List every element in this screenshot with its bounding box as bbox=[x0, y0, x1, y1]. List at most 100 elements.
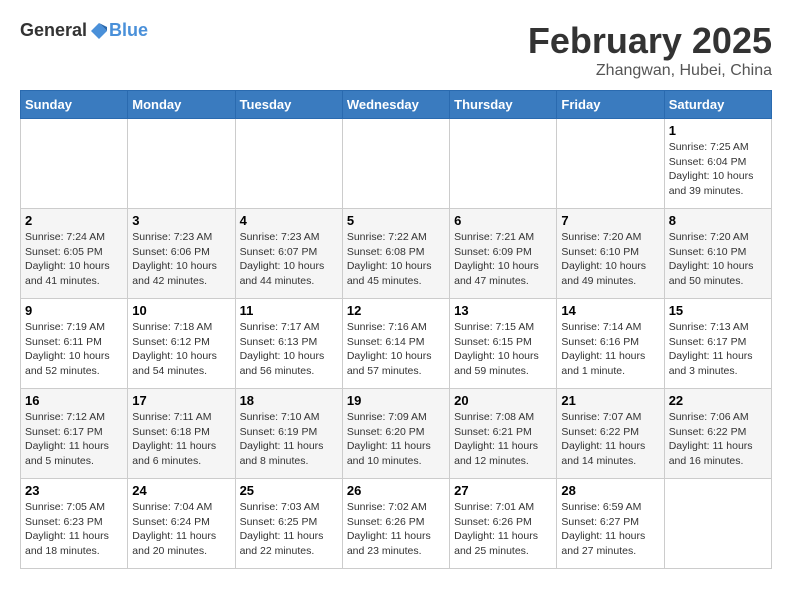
day-cell: 3 Sunrise: 7:23 AM Sunset: 6:06 PM Daylig… bbox=[128, 209, 235, 299]
day-info: Sunrise: 7:02 AM Sunset: 6:26 PM Dayligh… bbox=[347, 500, 445, 559]
logo-icon bbox=[89, 21, 109, 41]
day-info: Sunrise: 7:14 AM Sunset: 6:16 PM Dayligh… bbox=[561, 320, 659, 379]
logo-general: General bbox=[20, 20, 87, 41]
day-cell: 25 Sunrise: 7:03 AM Sunset: 6:25 PM Dayli… bbox=[235, 479, 342, 569]
day-info: Sunrise: 7:07 AM Sunset: 6:22 PM Dayligh… bbox=[561, 410, 659, 469]
day-info: Sunrise: 7:12 AM Sunset: 6:17 PM Dayligh… bbox=[25, 410, 123, 469]
day-cell: 26 Sunrise: 7:02 AM Sunset: 6:26 PM Dayli… bbox=[342, 479, 449, 569]
day-number: 17 bbox=[132, 393, 230, 408]
day-cell: 9 Sunrise: 7:19 AM Sunset: 6:11 PM Daylig… bbox=[21, 299, 128, 389]
day-cell bbox=[235, 119, 342, 209]
day-info: Sunrise: 7:01 AM Sunset: 6:26 PM Dayligh… bbox=[454, 500, 552, 559]
month-title: February 2025 bbox=[528, 20, 772, 62]
day-cell: 24Sunrise: 7:04 AM Sunset: 6:24 PM Dayli… bbox=[128, 479, 235, 569]
day-info: Sunrise: 7:23 AM Sunset: 6:07 PM Dayligh… bbox=[240, 230, 338, 289]
day-cell bbox=[342, 119, 449, 209]
day-header-sunday: Sunday bbox=[21, 91, 128, 119]
day-number: 3 bbox=[132, 213, 230, 228]
day-header-wednesday: Wednesday bbox=[342, 91, 449, 119]
day-number: 13 bbox=[454, 303, 552, 318]
day-cell: 8 Sunrise: 7:20 AM Sunset: 6:10 PM Daylig… bbox=[664, 209, 771, 299]
day-number: 15 bbox=[669, 303, 767, 318]
day-number: 8 bbox=[669, 213, 767, 228]
day-number: 26 bbox=[347, 483, 445, 498]
day-info: Sunrise: 7:09 AM Sunset: 6:20 PM Dayligh… bbox=[347, 410, 445, 469]
day-cell: 5Sunrise: 7:22 AM Sunset: 6:08 PM Daylig… bbox=[342, 209, 449, 299]
day-cell: 23 Sunrise: 7:05 AM Sunset: 6:23 PM Dayli… bbox=[21, 479, 128, 569]
day-info: Sunrise: 7:06 AM Sunset: 6:22 PM Dayligh… bbox=[669, 410, 767, 469]
day-number: 2 bbox=[25, 213, 123, 228]
day-cell: 20 Sunrise: 7:08 AM Sunset: 6:21 PM Dayli… bbox=[450, 389, 557, 479]
week-row-1: 2 Sunrise: 7:24 AM Sunset: 6:05 PM Daylig… bbox=[21, 209, 772, 299]
day-cell: 27 Sunrise: 7:01 AM Sunset: 6:26 PM Dayli… bbox=[450, 479, 557, 569]
day-cell: 1 Sunrise: 7:25 AM Sunset: 6:04 PM Daylig… bbox=[664, 119, 771, 209]
day-cell: 12 Sunrise: 7:16 AM Sunset: 6:14 PM Dayli… bbox=[342, 299, 449, 389]
day-info: Sunrise: 7:05 AM Sunset: 6:23 PM Dayligh… bbox=[25, 500, 123, 559]
day-info: Sunrise: 7:25 AM Sunset: 6:04 PM Dayligh… bbox=[669, 140, 767, 199]
day-header-friday: Friday bbox=[557, 91, 664, 119]
day-number: 20 bbox=[454, 393, 552, 408]
day-number: 23 bbox=[25, 483, 123, 498]
day-number: 22 bbox=[669, 393, 767, 408]
day-number: 4 bbox=[240, 213, 338, 228]
day-number: 18 bbox=[240, 393, 338, 408]
day-cell: 4 Sunrise: 7:23 AM Sunset: 6:07 PM Daylig… bbox=[235, 209, 342, 299]
day-cell: 19Sunrise: 7:09 AM Sunset: 6:20 PM Dayli… bbox=[342, 389, 449, 479]
day-header-monday: Monday bbox=[128, 91, 235, 119]
day-number: 12 bbox=[347, 303, 445, 318]
day-info: Sunrise: 7:13 AM Sunset: 6:17 PM Dayligh… bbox=[669, 320, 767, 379]
logo-blue: Blue bbox=[109, 20, 148, 41]
week-row-2: 9 Sunrise: 7:19 AM Sunset: 6:11 PM Daylig… bbox=[21, 299, 772, 389]
day-number: 11 bbox=[240, 303, 338, 318]
day-cell bbox=[21, 119, 128, 209]
day-info: Sunrise: 7:20 AM Sunset: 6:10 PM Dayligh… bbox=[561, 230, 659, 289]
day-info: Sunrise: 7:16 AM Sunset: 6:14 PM Dayligh… bbox=[347, 320, 445, 379]
day-info: Sunrise: 7:08 AM Sunset: 6:21 PM Dayligh… bbox=[454, 410, 552, 469]
day-info: Sunrise: 7:03 AM Sunset: 6:25 PM Dayligh… bbox=[240, 500, 338, 559]
day-info: Sunrise: 7:24 AM Sunset: 6:05 PM Dayligh… bbox=[25, 230, 123, 289]
week-row-0: 1 Sunrise: 7:25 AM Sunset: 6:04 PM Daylig… bbox=[21, 119, 772, 209]
day-number: 9 bbox=[25, 303, 123, 318]
day-info: Sunrise: 7:04 AM Sunset: 6:24 PM Dayligh… bbox=[132, 500, 230, 559]
day-cell: 2 Sunrise: 7:24 AM Sunset: 6:05 PM Daylig… bbox=[21, 209, 128, 299]
day-number: 25 bbox=[240, 483, 338, 498]
calendar-table: SundayMondayTuesdayWednesdayThursdayFrid… bbox=[20, 90, 772, 569]
day-number: 27 bbox=[454, 483, 552, 498]
day-number: 1 bbox=[669, 123, 767, 138]
header-row: SundayMondayTuesdayWednesdayThursdayFrid… bbox=[21, 91, 772, 119]
day-cell: 14 Sunrise: 7:14 AM Sunset: 6:16 PM Dayli… bbox=[557, 299, 664, 389]
day-number: 16 bbox=[25, 393, 123, 408]
day-info: Sunrise: 7:19 AM Sunset: 6:11 PM Dayligh… bbox=[25, 320, 123, 379]
day-cell: 13 Sunrise: 7:15 AM Sunset: 6:15 PM Dayli… bbox=[450, 299, 557, 389]
day-cell: 17 Sunrise: 7:11 AM Sunset: 6:18 PM Dayli… bbox=[128, 389, 235, 479]
day-number: 7 bbox=[561, 213, 659, 228]
day-info: Sunrise: 7:20 AM Sunset: 6:10 PM Dayligh… bbox=[669, 230, 767, 289]
day-number: 28 bbox=[561, 483, 659, 498]
title-block: February 2025 Zhangwan, Hubei, China bbox=[528, 20, 772, 80]
day-number: 6 bbox=[454, 213, 552, 228]
day-number: 21 bbox=[561, 393, 659, 408]
day-cell: 7 Sunrise: 7:20 AM Sunset: 6:10 PM Daylig… bbox=[557, 209, 664, 299]
day-header-thursday: Thursday bbox=[450, 91, 557, 119]
day-info: Sunrise: 7:17 AM Sunset: 6:13 PM Dayligh… bbox=[240, 320, 338, 379]
day-info: Sunrise: 6:59 AM Sunset: 6:27 PM Dayligh… bbox=[561, 500, 659, 559]
day-number: 10 bbox=[132, 303, 230, 318]
day-info: Sunrise: 7:15 AM Sunset: 6:15 PM Dayligh… bbox=[454, 320, 552, 379]
day-info: Sunrise: 7:11 AM Sunset: 6:18 PM Dayligh… bbox=[132, 410, 230, 469]
day-header-tuesday: Tuesday bbox=[235, 91, 342, 119]
day-info: Sunrise: 7:21 AM Sunset: 6:09 PM Dayligh… bbox=[454, 230, 552, 289]
day-cell bbox=[557, 119, 664, 209]
day-info: Sunrise: 7:23 AM Sunset: 6:06 PM Dayligh… bbox=[132, 230, 230, 289]
week-row-4: 23 Sunrise: 7:05 AM Sunset: 6:23 PM Dayli… bbox=[21, 479, 772, 569]
day-number: 5 bbox=[347, 213, 445, 228]
week-row-3: 16 Sunrise: 7:12 AM Sunset: 6:17 PM Dayli… bbox=[21, 389, 772, 479]
day-cell: 6 Sunrise: 7:21 AM Sunset: 6:09 PM Daylig… bbox=[450, 209, 557, 299]
day-number: 14 bbox=[561, 303, 659, 318]
day-cell: 18 Sunrise: 7:10 AM Sunset: 6:19 PM Dayli… bbox=[235, 389, 342, 479]
day-cell: 11 Sunrise: 7:17 AM Sunset: 6:13 PM Dayli… bbox=[235, 299, 342, 389]
day-cell: 16 Sunrise: 7:12 AM Sunset: 6:17 PM Dayli… bbox=[21, 389, 128, 479]
day-info: Sunrise: 7:10 AM Sunset: 6:19 PM Dayligh… bbox=[240, 410, 338, 469]
day-cell: 22 Sunrise: 7:06 AM Sunset: 6:22 PM Dayli… bbox=[664, 389, 771, 479]
location-subtitle: Zhangwan, Hubei, China bbox=[528, 62, 772, 80]
day-cell bbox=[664, 479, 771, 569]
